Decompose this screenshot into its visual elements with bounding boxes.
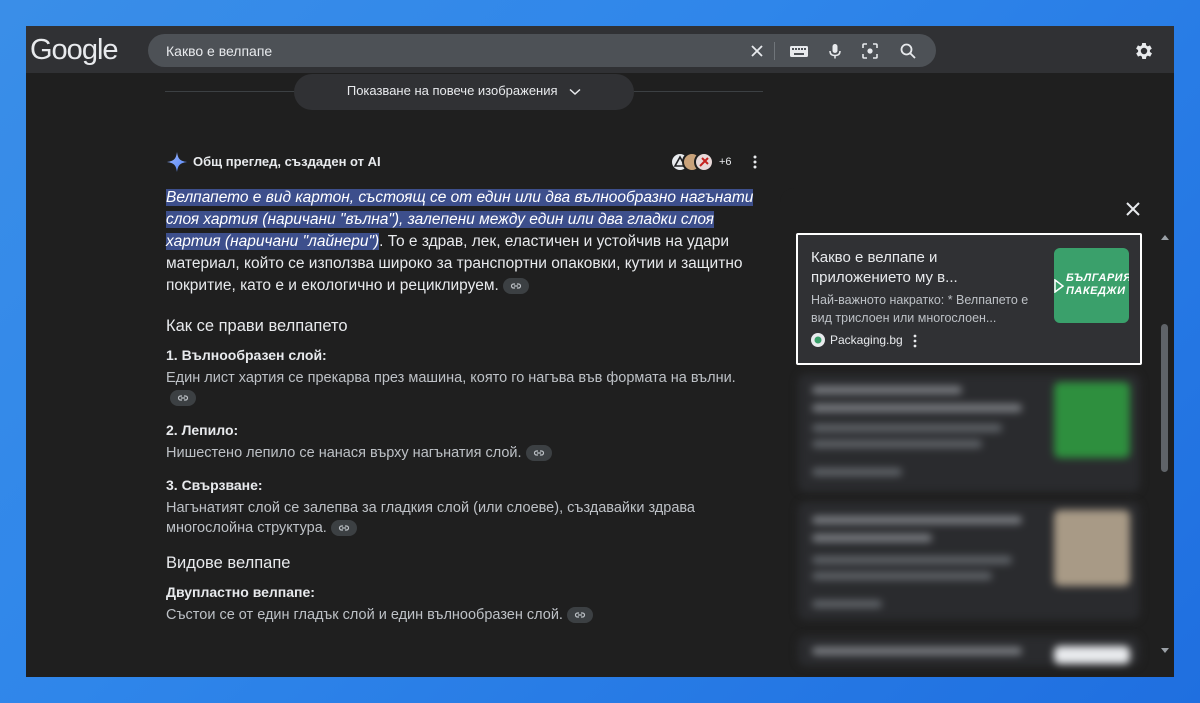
ai-sparkle-icon	[167, 152, 187, 172]
step-title: 2. Лепило:	[166, 422, 239, 438]
more-images-label: Показване на повече изображения	[346, 83, 558, 98]
link-icon	[338, 525, 349, 531]
more-images-button[interactable]: Показване на повече изображения	[294, 74, 634, 110]
citation-link-button[interactable]	[566, 607, 593, 624]
source-card-blurred[interactable]	[798, 502, 1140, 620]
scroll-up-icon[interactable]	[1160, 233, 1170, 241]
section-title-how-made: Как се прави велпапето	[166, 317, 348, 335]
more-options-icon[interactable]	[748, 154, 762, 170]
thumbnail-text: БЪЛГАРИЯ	[1066, 272, 1129, 284]
close-icon[interactable]	[748, 42, 766, 60]
source-card-title[interactable]: Какво е велпапе и приложението му в...	[811, 248, 1031, 288]
search-divider	[774, 42, 775, 60]
gear-icon[interactable]	[1133, 40, 1155, 62]
source-favicon-icon	[811, 333, 825, 347]
source-card-thumbnail: БЪЛГАРИЯ ПАКЕДЖИ	[1054, 248, 1129, 323]
type-title: Двупластно велпапе:	[166, 584, 315, 600]
citation-link-button[interactable]	[330, 520, 357, 537]
link-icon	[574, 612, 586, 618]
search-input[interactable]	[166, 34, 726, 67]
source-avatar	[694, 152, 714, 172]
citation-link-button[interactable]	[525, 445, 552, 462]
step-description: Един лист хартия се прекарва през машина…	[166, 368, 756, 408]
search-header: Google	[26, 26, 1174, 73]
lens-icon[interactable]	[861, 42, 879, 60]
mic-icon[interactable]	[826, 42, 844, 60]
source-card-packaging[interactable]: Какво е велпапе и приложението му в... Н…	[796, 233, 1142, 365]
step-title: 1. Вълнообразен слой:	[166, 347, 327, 363]
step-description: Нагънатият слой се залепва за гладкия сл…	[166, 500, 695, 537]
ai-overview-intro: Велпапето е вид картон, състоящ се от ед…	[166, 187, 756, 297]
thumbnail-text: ПАКЕДЖИ	[1066, 285, 1126, 297]
citation-link-button[interactable]	[502, 277, 529, 294]
source-options-icon[interactable]	[912, 334, 918, 348]
search-box[interactable]	[148, 34, 936, 67]
source-card-blurred[interactable]	[798, 374, 1140, 492]
step-description: Нишестено лепило се нанася върху нагънат…	[166, 443, 756, 463]
source-avatars[interactable]: +6	[670, 152, 750, 174]
section-title-types: Видове велпапе	[166, 554, 291, 572]
close-panel-icon[interactable]	[1124, 200, 1142, 218]
source-site-name: Packaging.bg	[830, 333, 903, 347]
google-logo[interactable]: Google	[30, 34, 119, 67]
panel-scrollbar[interactable]	[1161, 324, 1168, 472]
play-icon	[1054, 279, 1064, 293]
ai-overview-content: Велпапето е вид картон, състоящ се от ед…	[166, 187, 756, 625]
source-card-description: Най-важното накратко: * Велпапето е вид …	[811, 293, 1029, 325]
link-icon	[177, 395, 189, 401]
citation-link-button[interactable]	[170, 390, 196, 407]
step-title: 3. Свързване:	[166, 477, 263, 493]
keyboard-icon[interactable]	[789, 42, 809, 60]
link-icon	[510, 283, 521, 289]
search-icon[interactable]	[899, 42, 917, 60]
more-sources-count: +6	[719, 156, 732, 168]
scroll-down-icon[interactable]	[1160, 647, 1170, 655]
link-icon	[533, 450, 544, 456]
source-card-blurred[interactable]	[798, 636, 1140, 666]
ai-overview-title: Общ преглед, създаден от AI	[193, 154, 381, 169]
type-description: Състои се от един гладък слой и един въл…	[166, 605, 756, 625]
chevron-down-icon	[569, 88, 581, 95]
